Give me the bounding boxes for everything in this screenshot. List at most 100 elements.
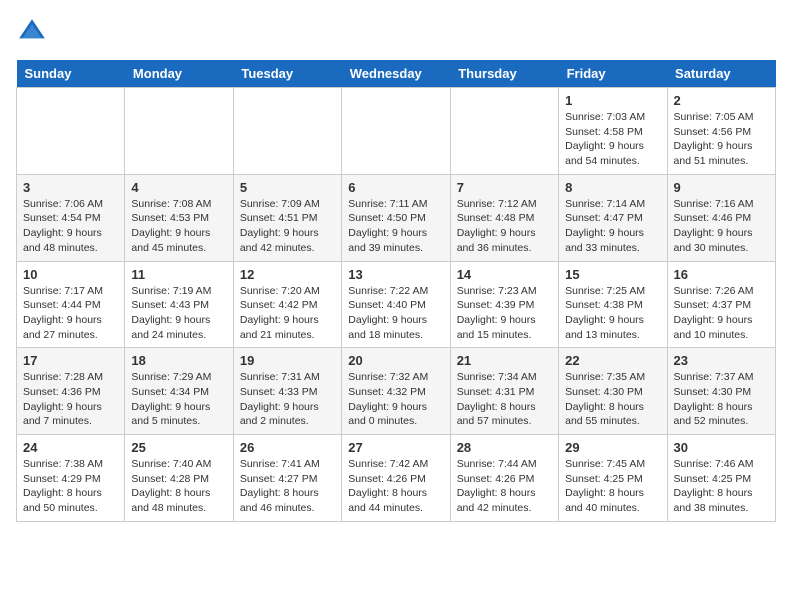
calendar-cell xyxy=(342,88,450,175)
calendar-cell: 11 Sunrise: 7:19 AM Sunset: 4:43 PM Dayli… xyxy=(125,261,233,348)
calendar-cell: 24 Sunrise: 7:38 AM Sunset: 4:29 PM Dayli… xyxy=(17,435,125,522)
day-number: 26 xyxy=(240,440,335,455)
calendar-cell xyxy=(17,88,125,175)
calendar-cell: 19Sunrise: 7:31 AM Sunset: 4:33 PM Dayli… xyxy=(233,348,341,435)
day-info: Sunrise: 7:03 AM Sunset: 4:58 PM Dayligh… xyxy=(565,110,660,169)
calendar-cell: 7 Sunrise: 7:12 AM Sunset: 4:48 PM Daylig… xyxy=(450,174,558,261)
calendar-cell: 27 Sunrise: 7:42 AM Sunset: 4:26 PM Dayli… xyxy=(342,435,450,522)
day-number: 28 xyxy=(457,440,552,455)
calendar-cell: 16 Sunrise: 7:26 AM Sunset: 4:37 PM Dayli… xyxy=(667,261,775,348)
day-info: Sunrise: 7:25 AM Sunset: 4:38 PM Dayligh… xyxy=(565,284,660,343)
calendar-cell: 22Sunrise: 7:35 AM Sunset: 4:30 PM Dayli… xyxy=(559,348,667,435)
calendar-header-row: SundayMondayTuesdayWednesdayThursdayFrid… xyxy=(17,60,776,88)
day-number: 11 xyxy=(131,267,226,282)
calendar-cell xyxy=(125,88,233,175)
day-info: Sunrise: 7:42 AM Sunset: 4:26 PM Dayligh… xyxy=(348,457,443,516)
calendar-cell: 8 Sunrise: 7:14 AM Sunset: 4:47 PM Daylig… xyxy=(559,174,667,261)
day-info: Sunrise: 7:09 AM Sunset: 4:51 PM Dayligh… xyxy=(240,197,335,256)
calendar-cell: 2 Sunrise: 7:05 AM Sunset: 4:56 PM Daylig… xyxy=(667,88,775,175)
day-number: 21 xyxy=(457,353,552,368)
logo-icon xyxy=(16,16,48,48)
day-number: 23 xyxy=(674,353,769,368)
calendar-cell: 10 Sunrise: 7:17 AM Sunset: 4:44 PM Dayli… xyxy=(17,261,125,348)
day-number: 5 xyxy=(240,180,335,195)
day-number: 14 xyxy=(457,267,552,282)
col-header-tuesday: Tuesday xyxy=(233,60,341,88)
calendar-week-row: 1 Sunrise: 7:03 AM Sunset: 4:58 PM Daylig… xyxy=(17,88,776,175)
day-info: Sunrise: 7:37 AM Sunset: 4:30 PM Dayligh… xyxy=(674,370,769,429)
day-info: Sunrise: 7:08 AM Sunset: 4:53 PM Dayligh… xyxy=(131,197,226,256)
calendar-cell: 5 Sunrise: 7:09 AM Sunset: 4:51 PM Daylig… xyxy=(233,174,341,261)
calendar-cell: 30 Sunrise: 7:46 AM Sunset: 4:25 PM Dayli… xyxy=(667,435,775,522)
day-number: 6 xyxy=(348,180,443,195)
calendar-cell: 17Sunrise: 7:28 AM Sunset: 4:36 PM Dayli… xyxy=(17,348,125,435)
day-info: Sunrise: 7:05 AM Sunset: 4:56 PM Dayligh… xyxy=(674,110,769,169)
day-number: 8 xyxy=(565,180,660,195)
day-number: 29 xyxy=(565,440,660,455)
calendar-cell: 28Sunrise: 7:44 AM Sunset: 4:26 PM Dayli… xyxy=(450,435,558,522)
day-number: 16 xyxy=(674,267,769,282)
day-number: 13 xyxy=(348,267,443,282)
day-info: Sunrise: 7:22 AM Sunset: 4:40 PM Dayligh… xyxy=(348,284,443,343)
calendar-cell xyxy=(233,88,341,175)
calendar-cell: 21 Sunrise: 7:34 AM Sunset: 4:31 PM Dayli… xyxy=(450,348,558,435)
day-info: Sunrise: 7:20 AM Sunset: 4:42 PM Dayligh… xyxy=(240,284,335,343)
day-info: Sunrise: 7:29 AM Sunset: 4:34 PM Dayligh… xyxy=(131,370,226,429)
calendar-cell: 20 Sunrise: 7:32 AM Sunset: 4:32 PM Dayli… xyxy=(342,348,450,435)
day-info: Sunrise: 7:45 AM Sunset: 4:25 PM Dayligh… xyxy=(565,457,660,516)
page-header xyxy=(16,16,776,48)
col-header-saturday: Saturday xyxy=(667,60,775,88)
day-number: 3 xyxy=(23,180,118,195)
day-info: Sunrise: 7:19 AM Sunset: 4:43 PM Dayligh… xyxy=(131,284,226,343)
calendar-cell: 13 Sunrise: 7:22 AM Sunset: 4:40 PM Dayli… xyxy=(342,261,450,348)
day-number: 22 xyxy=(565,353,660,368)
day-number: 24 xyxy=(23,440,118,455)
day-number: 12 xyxy=(240,267,335,282)
day-info: Sunrise: 7:38 AM Sunset: 4:29 PM Dayligh… xyxy=(23,457,118,516)
day-info: Sunrise: 7:16 AM Sunset: 4:46 PM Dayligh… xyxy=(674,197,769,256)
day-info: Sunrise: 7:26 AM Sunset: 4:37 PM Dayligh… xyxy=(674,284,769,343)
day-number: 18 xyxy=(131,353,226,368)
day-info: Sunrise: 7:46 AM Sunset: 4:25 PM Dayligh… xyxy=(674,457,769,516)
calendar-week-row: 17Sunrise: 7:28 AM Sunset: 4:36 PM Dayli… xyxy=(17,348,776,435)
calendar-cell: 12 Sunrise: 7:20 AM Sunset: 4:42 PM Dayli… xyxy=(233,261,341,348)
day-info: Sunrise: 7:14 AM Sunset: 4:47 PM Dayligh… xyxy=(565,197,660,256)
day-number: 2 xyxy=(674,93,769,108)
calendar-table: SundayMondayTuesdayWednesdayThursdayFrid… xyxy=(16,60,776,522)
day-number: 10 xyxy=(23,267,118,282)
calendar-cell: 14Sunrise: 7:23 AM Sunset: 4:39 PM Dayli… xyxy=(450,261,558,348)
calendar-cell: 26Sunrise: 7:41 AM Sunset: 4:27 PM Dayli… xyxy=(233,435,341,522)
calendar-cell xyxy=(450,88,558,175)
col-header-wednesday: Wednesday xyxy=(342,60,450,88)
calendar-cell: 29 Sunrise: 7:45 AM Sunset: 4:25 PM Dayli… xyxy=(559,435,667,522)
day-info: Sunrise: 7:12 AM Sunset: 4:48 PM Dayligh… xyxy=(457,197,552,256)
day-number: 4 xyxy=(131,180,226,195)
day-info: Sunrise: 7:28 AM Sunset: 4:36 PM Dayligh… xyxy=(23,370,118,429)
day-info: Sunrise: 7:34 AM Sunset: 4:31 PM Dayligh… xyxy=(457,370,552,429)
calendar-cell: 18 Sunrise: 7:29 AM Sunset: 4:34 PM Dayli… xyxy=(125,348,233,435)
col-header-friday: Friday xyxy=(559,60,667,88)
day-number: 27 xyxy=(348,440,443,455)
day-number: 30 xyxy=(674,440,769,455)
day-info: Sunrise: 7:32 AM Sunset: 4:32 PM Dayligh… xyxy=(348,370,443,429)
day-number: 7 xyxy=(457,180,552,195)
calendar-week-row: 3 Sunrise: 7:06 AM Sunset: 4:54 PM Daylig… xyxy=(17,174,776,261)
calendar-cell: 9 Sunrise: 7:16 AM Sunset: 4:46 PM Daylig… xyxy=(667,174,775,261)
day-number: 25 xyxy=(131,440,226,455)
day-number: 9 xyxy=(674,180,769,195)
calendar-cell: 25 Sunrise: 7:40 AM Sunset: 4:28 PM Dayli… xyxy=(125,435,233,522)
calendar-cell: 15Sunrise: 7:25 AM Sunset: 4:38 PM Dayli… xyxy=(559,261,667,348)
day-info: Sunrise: 7:31 AM Sunset: 4:33 PM Dayligh… xyxy=(240,370,335,429)
day-number: 20 xyxy=(348,353,443,368)
col-header-thursday: Thursday xyxy=(450,60,558,88)
calendar-cell: 4 Sunrise: 7:08 AM Sunset: 4:53 PM Daylig… xyxy=(125,174,233,261)
day-info: Sunrise: 7:06 AM Sunset: 4:54 PM Dayligh… xyxy=(23,197,118,256)
calendar-week-row: 10 Sunrise: 7:17 AM Sunset: 4:44 PM Dayli… xyxy=(17,261,776,348)
day-number: 1 xyxy=(565,93,660,108)
col-header-monday: Monday xyxy=(125,60,233,88)
day-info: Sunrise: 7:40 AM Sunset: 4:28 PM Dayligh… xyxy=(131,457,226,516)
day-info: Sunrise: 7:17 AM Sunset: 4:44 PM Dayligh… xyxy=(23,284,118,343)
calendar-week-row: 24 Sunrise: 7:38 AM Sunset: 4:29 PM Dayli… xyxy=(17,435,776,522)
calendar-cell: 23 Sunrise: 7:37 AM Sunset: 4:30 PM Dayli… xyxy=(667,348,775,435)
col-header-sunday: Sunday xyxy=(17,60,125,88)
